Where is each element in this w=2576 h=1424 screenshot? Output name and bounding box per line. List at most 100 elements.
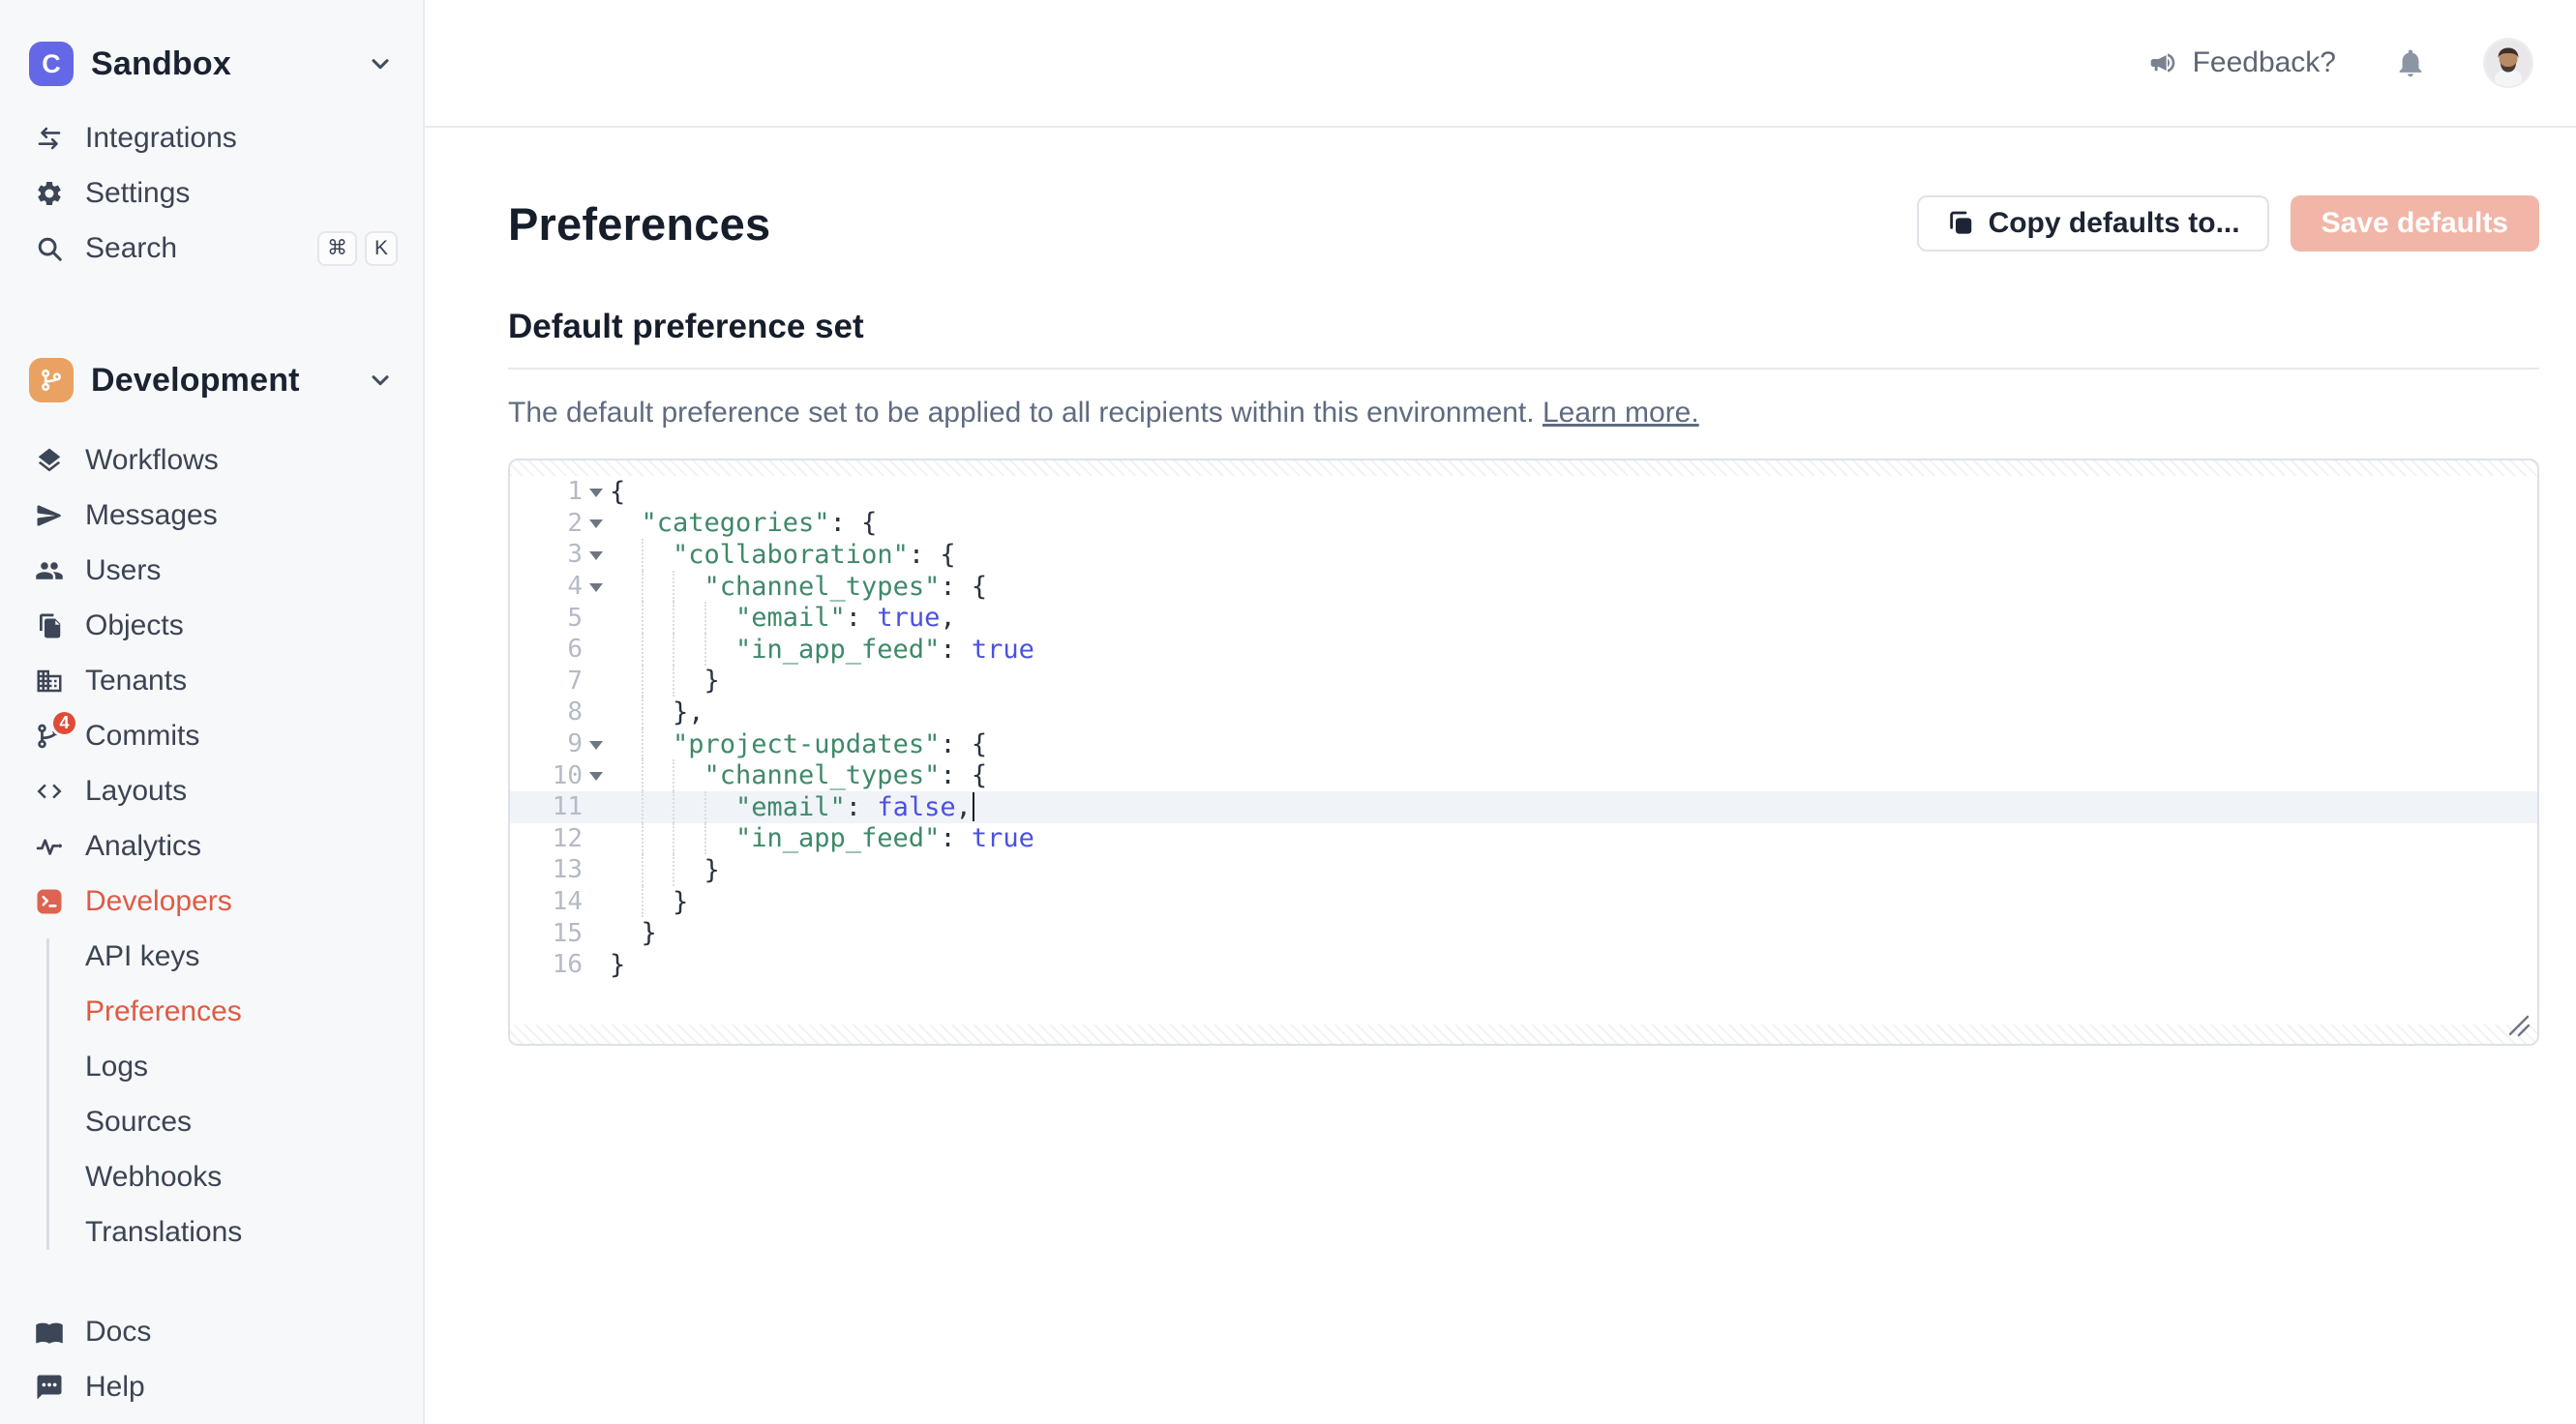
line-number: 14 (510, 887, 583, 916)
main-area: Feedback? Pref (425, 0, 2576, 1424)
sidebar-bottom-nav: Docs Help (0, 1304, 423, 1414)
code-line-7: 7} (510, 666, 2537, 697)
workspace-logo: C (29, 42, 74, 86)
code-line-9: 9 "project-updates": { (510, 728, 2537, 760)
sidebar-item-tenants[interactable]: Tenants (0, 653, 423, 708)
code-text: "collaboration": { (610, 539, 956, 571)
feedback-button[interactable]: Feedback? (2148, 46, 2336, 79)
objects-icon (35, 611, 64, 640)
sidebar-environment-nav: WorkflowsMessages Users Objects Tenants4Com… (0, 432, 423, 929)
app-window: C Sandbox Integrations Settings Search⌘K D… (0, 0, 2576, 1424)
json-code-editor[interactable]: 1{2"categories": {3"collaboration": {4"c… (508, 459, 2539, 1046)
line-number: 1 (510, 477, 583, 506)
sidebar-item-workflows[interactable]: Workflows (0, 432, 423, 488)
sidebar-item-label: Developers (85, 885, 232, 918)
section-divider (508, 368, 2539, 370)
fold-arrow-icon[interactable] (583, 739, 610, 750)
keycap: K (365, 231, 398, 266)
line-number: 8 (510, 697, 583, 727)
code-line-11: 11"email": false, (510, 791, 2537, 823)
workflows-icon (35, 446, 64, 475)
sidebar-subitem-logs[interactable]: Logs (0, 1039, 423, 1094)
sidebar-item-integrations[interactable]: Integrations (0, 110, 423, 165)
line-number: 13 (510, 855, 583, 884)
copy-defaults-button[interactable]: Copy defaults to... (1917, 195, 2269, 252)
help-icon (35, 1373, 64, 1402)
fold-arrow-icon[interactable] (583, 487, 610, 497)
fold-arrow-icon[interactable] (583, 549, 610, 560)
learn-more-link[interactable]: Learn more. (1543, 397, 1699, 429)
line-number: 3 (510, 540, 583, 569)
code-text: "in_app_feed": true (610, 823, 1034, 855)
sidebar-developers-subnav: API keysPreferencesLogsSourcesWebhooksTr… (0, 929, 423, 1260)
sidebar-item-analytics[interactable]: Analytics (0, 818, 423, 874)
line-number: 2 (510, 509, 583, 538)
user-avatar[interactable] (2485, 40, 2531, 86)
code-line-1: 1{ (510, 476, 2537, 508)
sidebar-item-label: Objects (85, 609, 184, 642)
sidebar-item-label: Help (85, 1371, 145, 1404)
sidebar-item-label: Docs (85, 1316, 151, 1349)
sidebar-item-help[interactable]: Help (0, 1359, 423, 1414)
sidebar-item-label: Commits (85, 720, 199, 753)
workspace-switcher[interactable]: C Sandbox (0, 41, 423, 87)
sidebar-item-label: Settings (85, 177, 190, 210)
code-line-10: 10"channel_types": { (510, 759, 2537, 791)
topbar: Feedback? (425, 0, 2576, 128)
sidebar-item-layouts[interactable]: Layouts (0, 763, 423, 818)
sidebar-item-label: Layouts (85, 775, 187, 808)
resize-handle-icon[interactable] (2506, 1013, 2531, 1038)
sidebar-item-commits[interactable]: 4Commits (0, 708, 423, 763)
save-defaults-button[interactable]: Save defaults (2291, 195, 2539, 252)
sidebar-item-settings[interactable]: Settings (0, 165, 423, 221)
sidebar-subitem-sources[interactable]: Sources (0, 1094, 423, 1149)
code-text: "in_app_feed": true (610, 634, 1034, 666)
sidebar-item-messages[interactable]: Messages (0, 488, 423, 543)
sidebar-item-users[interactable]: Users (0, 543, 423, 598)
sidebar-item-objects[interactable]: Objects (0, 598, 423, 653)
environment-switcher[interactable]: Development (0, 357, 423, 403)
code-text: "email": false, (610, 791, 974, 823)
keycap: ⌘ (317, 231, 357, 266)
search-icon (35, 234, 64, 263)
code-text: }, (610, 697, 704, 728)
code-line-3: 3 "collaboration": { (510, 539, 2537, 571)
sidebar-subitem-translations[interactable]: Translations (0, 1204, 423, 1260)
code-text: { (610, 477, 625, 507)
line-number: 16 (510, 950, 583, 979)
code-line-15: 15} (510, 917, 2537, 949)
line-number: 7 (510, 667, 583, 696)
code-line-13: 13} (510, 854, 2537, 886)
fold-arrow-icon[interactable] (583, 770, 610, 781)
preferences-page: Preferences Copy defaults to... Save def… (425, 128, 2576, 1046)
notifications-bell-icon[interactable] (2394, 46, 2427, 79)
copy-icon (1946, 209, 1975, 238)
sidebar-subitem-api-keys[interactable]: API keys (0, 929, 423, 984)
section-description: The default preference set to be applied… (508, 397, 2539, 430)
line-number: 9 (510, 729, 583, 758)
sidebar-item-label: Users (85, 554, 161, 587)
fold-arrow-icon[interactable] (583, 518, 610, 528)
sidebar: C Sandbox Integrations Settings Search⌘K D… (0, 0, 425, 1424)
line-number: 15 (510, 919, 583, 948)
sidebar-top-nav: Integrations Settings Search⌘K (0, 110, 423, 276)
code-line-6: 6"in_app_feed": true (510, 634, 2537, 666)
code-lines: 1{2"categories": {3"collaboration": {4"c… (510, 476, 2537, 981)
fold-arrow-icon[interactable] (583, 581, 610, 592)
sidebar-item-developers[interactable]: Developers (0, 874, 423, 929)
editor-padding-hatch (510, 1024, 2537, 1044)
line-number: 4 (510, 572, 583, 601)
sidebar-item-label: Integrations (85, 122, 237, 155)
integrations-icon (35, 124, 64, 153)
line-number: 12 (510, 824, 583, 853)
sidebar-subitem-preferences[interactable]: Preferences (0, 984, 423, 1039)
code-line-4: 4"channel_types": { (510, 571, 2537, 603)
sidebar-item-search[interactable]: Search⌘K (0, 221, 423, 276)
section-title: Default preference set (508, 308, 2539, 346)
docs-icon (35, 1318, 64, 1347)
settings-icon (35, 179, 64, 208)
feedback-label: Feedback? (2193, 46, 2336, 79)
code-text: "project-updates": { (610, 728, 987, 760)
sidebar-subitem-webhooks[interactable]: Webhooks (0, 1149, 423, 1204)
sidebar-item-docs[interactable]: Docs (0, 1304, 423, 1359)
